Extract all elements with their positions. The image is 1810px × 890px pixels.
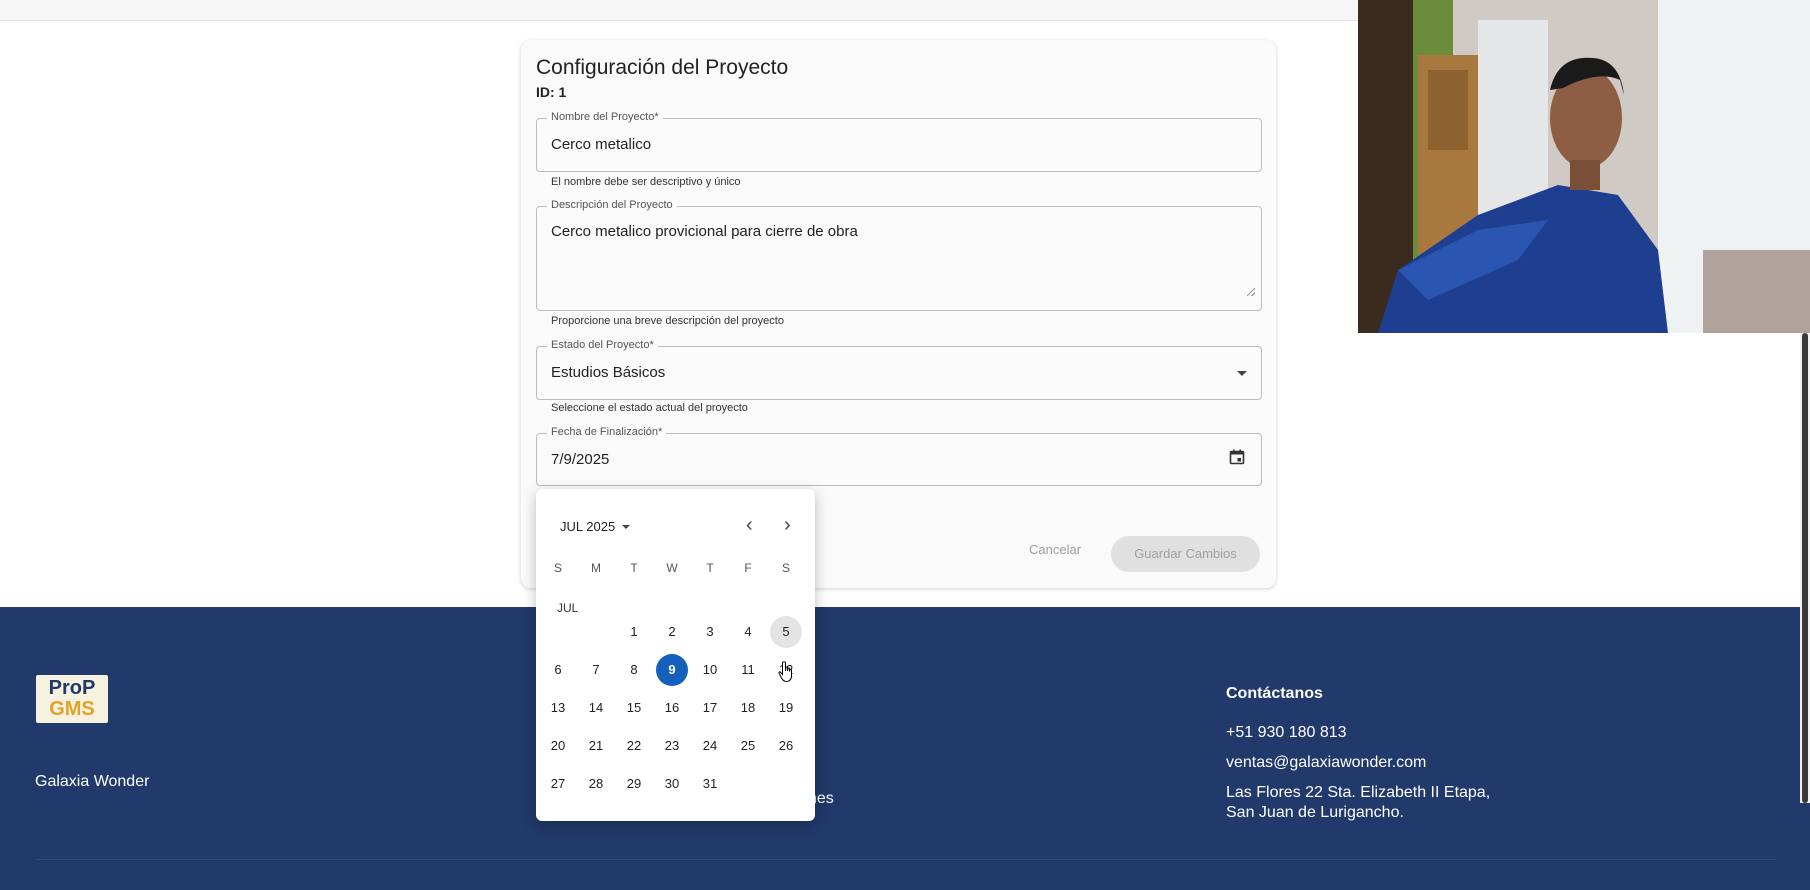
calendar-day[interactable]: 14 bbox=[580, 692, 612, 724]
calendar-day[interactable]: 5 bbox=[770, 616, 802, 648]
end-date-label: Fecha de Finalización* bbox=[547, 426, 667, 438]
project-description-value: Cerco metalico provicional para cierre d… bbox=[551, 223, 858, 240]
contact-address-line1: Las Flores 22 Sta. Elizabeth II Etapa, bbox=[1226, 784, 1491, 801]
calendar-day[interactable]: 17 bbox=[694, 692, 726, 724]
logo-line1: ProP bbox=[48, 677, 96, 699]
month-year-selector[interactable]: JUL 2025 bbox=[560, 519, 615, 534]
project-id: ID: 1 bbox=[536, 84, 567, 100]
footer-divider bbox=[36, 859, 1776, 860]
calendar-day[interactable]: 23 bbox=[656, 730, 688, 762]
calendar-day[interactable]: 8 bbox=[618, 654, 650, 686]
weekday-label: W bbox=[666, 561, 678, 575]
month-label: JUL bbox=[557, 601, 579, 615]
calendar-day[interactable]: 15 bbox=[618, 692, 650, 724]
project-status-label: Estado del Proyecto* bbox=[547, 339, 658, 351]
weekday-label: M bbox=[591, 561, 601, 575]
project-name-field[interactable]: Nombre del Proyecto* Cerco metalico bbox=[536, 111, 1262, 172]
calendar-day[interactable]: 1 bbox=[618, 616, 650, 648]
project-status-helper: Seleccione el estado actual del proyecto bbox=[551, 402, 748, 414]
project-status-value: Estudios Básicos bbox=[551, 364, 666, 381]
calendar-day[interactable]: 9 bbox=[656, 654, 688, 686]
project-status-select[interactable]: Estado del Proyecto* Estudios Básicos bbox=[536, 339, 1262, 400]
calendar-day[interactable]: 3 bbox=[694, 616, 726, 648]
project-description-label: Descripción del Proyecto bbox=[547, 199, 677, 211]
weekday-label: F bbox=[744, 561, 752, 575]
calendar-day[interactable]: 30 bbox=[656, 768, 688, 800]
caret-down-icon[interactable] bbox=[622, 525, 630, 529]
logo-line2: GMS bbox=[49, 698, 95, 720]
calendar-day[interactable]: 29 bbox=[618, 768, 650, 800]
weekday-label: S bbox=[781, 561, 790, 575]
calendar-day[interactable]: 11 bbox=[732, 654, 764, 686]
date-picker-popup: JUL 2025 ‹ › SMTWTFS JUL 123456789101112… bbox=[536, 489, 815, 821]
project-name-helper: El nombre debe ser descriptivo y único bbox=[551, 176, 741, 188]
calendar-day[interactable]: 18 bbox=[732, 692, 764, 724]
calendar-day[interactable]: 20 bbox=[542, 730, 574, 762]
prev-month-icon[interactable]: ‹ bbox=[746, 515, 753, 535]
calendar-day[interactable]: 10 bbox=[694, 654, 726, 686]
calendar-day[interactable]: 13 bbox=[542, 692, 574, 724]
weekday-label: T bbox=[630, 561, 638, 575]
contact-email[interactable]: ventas@galaxiawonder.com bbox=[1226, 754, 1426, 772]
next-month-icon[interactable]: › bbox=[784, 515, 791, 535]
contact-heading: Contáctanos bbox=[1226, 685, 1323, 702]
contact-phone[interactable]: +51 930 180 813 bbox=[1226, 724, 1347, 742]
calendar-day[interactable]: 16 bbox=[656, 692, 688, 724]
calendar-day[interactable]: 2 bbox=[656, 616, 688, 648]
calendar-day[interactable]: 19 bbox=[770, 692, 802, 724]
calendar-day[interactable]: 26 bbox=[770, 730, 802, 762]
caret-down-icon[interactable] bbox=[1237, 371, 1247, 376]
contact-address-line2: San Juan de Lurigancho. bbox=[1226, 804, 1404, 821]
calendar-day[interactable]: 27 bbox=[542, 768, 574, 800]
calendar-day[interactable]: 24 bbox=[694, 730, 726, 762]
calendar-day[interactable]: 21 bbox=[580, 730, 612, 762]
hand-cursor-icon bbox=[778, 661, 792, 683]
calendar-day[interactable]: 7 bbox=[580, 654, 612, 686]
calendar-day[interactable]: 25 bbox=[732, 730, 764, 762]
brand-name: Galaxia Wonder bbox=[35, 773, 150, 790]
cancel-button[interactable]: Cancelar bbox=[1029, 542, 1081, 557]
webcam-overlay bbox=[1358, 0, 1810, 333]
project-name-label: Nombre del Proyecto* bbox=[547, 111, 663, 123]
calendar-day[interactable]: 6 bbox=[542, 654, 574, 686]
webcam-feed-image bbox=[1358, 0, 1810, 333]
site-footer: ProP GMS Galaxia Wonder nes Contáctanos … bbox=[0, 607, 1810, 890]
resize-handle-icon[interactable] bbox=[1247, 288, 1255, 296]
propgms-logo[interactable]: ProP GMS bbox=[36, 675, 108, 723]
calendar-day[interactable]: 22 bbox=[618, 730, 650, 762]
project-name-value: Cerco metalico bbox=[551, 136, 652, 153]
save-changes-button[interactable]: Guardar Cambios bbox=[1111, 536, 1260, 572]
end-date-value: 7/9/2025 bbox=[551, 451, 610, 468]
calendar-day[interactable]: 4 bbox=[732, 616, 764, 648]
calendar-icon[interactable] bbox=[1229, 449, 1245, 465]
calendar-day[interactable]: 28 bbox=[580, 768, 612, 800]
page-scrollbar[interactable] bbox=[1800, 333, 1810, 803]
weekday-label: T bbox=[706, 561, 714, 575]
end-date-field[interactable]: Fecha de Finalización* 7/9/2025 bbox=[536, 426, 1262, 486]
calendar-day[interactable]: 31 bbox=[694, 768, 726, 800]
project-description-helper: Proporcione una breve descripción del pr… bbox=[551, 315, 784, 327]
project-description-field[interactable]: Descripción del Proyecto Cerco metalico … bbox=[536, 199, 1262, 311]
card-title: Configuración del Proyecto bbox=[536, 56, 789, 79]
weekday-label: S bbox=[553, 561, 562, 575]
scrollbar-thumb[interactable] bbox=[1802, 333, 1808, 803]
